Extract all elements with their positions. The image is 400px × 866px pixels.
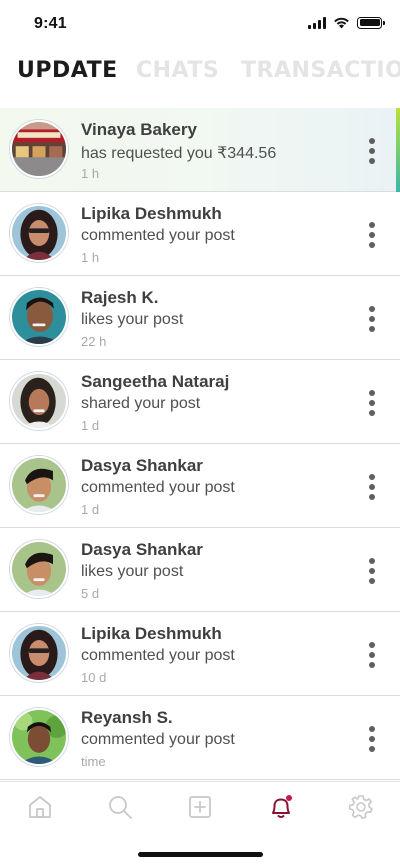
notification-time: 1 d	[81, 418, 100, 433]
notification-name: Lipika Deshmukh	[81, 624, 222, 643]
notification-action: likes your post	[81, 311, 184, 328]
notification-name: Reyansh S.	[81, 708, 173, 727]
notification-name: Rajesh K.	[81, 288, 159, 307]
notification-item[interactable]: Dasya Shankar likes your post 5 d	[0, 528, 400, 612]
avatar	[10, 540, 68, 598]
notification-action: commented your post	[81, 479, 235, 496]
more-options-icon[interactable]	[366, 642, 378, 668]
wifi-icon	[334, 17, 349, 29]
settings-gear-icon[interactable]	[348, 794, 374, 820]
notification-action: commented your post	[81, 647, 235, 664]
avatar	[10, 708, 68, 766]
notification-action: has requested you ₹344.56	[81, 145, 277, 162]
notification-time: 1 d	[81, 502, 100, 517]
notification-name: Dasya Shankar	[81, 456, 203, 475]
notification-name: Sangeetha Nataraj	[81, 372, 230, 391]
notification-time: 22 h	[81, 334, 107, 349]
notification-bell-icon[interactable]	[268, 794, 294, 820]
tab-update[interactable]: UPDATE	[17, 58, 118, 83]
avatar	[10, 456, 68, 514]
battery-icon	[357, 16, 385, 29]
notification-action: likes your post	[81, 563, 184, 580]
more-options-icon[interactable]	[366, 138, 378, 164]
notification-item[interactable]: Reyansh S. commented your post time	[0, 696, 400, 780]
more-options-icon[interactable]	[366, 558, 378, 584]
status-icons	[308, 16, 385, 29]
notification-action: commented your post	[81, 227, 235, 244]
notification-list: Vinaya Bakery has requested you ₹344.56 …	[0, 108, 400, 780]
home-icon[interactable]	[27, 794, 53, 820]
notification-item[interactable]: Vinaya Bakery has requested you ₹344.56 …	[0, 108, 400, 192]
more-options-icon[interactable]	[366, 474, 378, 500]
home-indicator[interactable]	[138, 852, 263, 857]
avatar	[10, 372, 68, 430]
tab-transactions[interactable]: TRANSACTIONS	[241, 58, 400, 83]
tab-chats[interactable]: CHATS	[136, 58, 219, 83]
cellular-signal-icon	[308, 16, 326, 29]
notification-name: Lipika Deshmukh	[81, 204, 222, 223]
tab-bar: UPDATE CHATS TRANSACTIONS	[0, 58, 400, 94]
avatar	[10, 204, 68, 262]
notification-name: Vinaya Bakery	[81, 120, 197, 139]
notification-time: time	[81, 754, 106, 769]
avatar	[10, 624, 68, 682]
notification-time: 10 d	[81, 670, 107, 685]
status-time: 9:41	[34, 15, 67, 32]
notification-item[interactable]: Lipika Deshmukh commented your post 10 d	[0, 612, 400, 696]
avatar	[10, 288, 68, 346]
notification-action: shared your post	[81, 395, 201, 412]
search-icon[interactable]	[107, 794, 133, 820]
more-options-icon[interactable]	[366, 306, 378, 332]
notification-item[interactable]: Lipika Deshmukh commented your post 1 h	[0, 192, 400, 276]
notification-time: 5 d	[81, 586, 100, 601]
more-options-icon[interactable]	[366, 390, 378, 416]
notification-name: Dasya Shankar	[81, 540, 203, 559]
avatar	[10, 120, 68, 178]
status-bar: 9:41	[0, 0, 400, 46]
add-post-icon[interactable]	[187, 794, 213, 820]
notification-item[interactable]: Sangeetha Nataraj shared your post 1 d	[0, 360, 400, 444]
more-options-icon[interactable]	[366, 726, 378, 752]
notification-item[interactable]: Rajesh K. likes your post 22 h	[0, 276, 400, 360]
notification-time: 1 h	[81, 166, 100, 181]
more-options-icon[interactable]	[366, 222, 378, 248]
notification-time: 1 h	[81, 250, 100, 265]
notification-item[interactable]: Dasya Shankar commented your post 1 d	[0, 444, 400, 528]
notification-action: commented your post	[81, 731, 235, 748]
